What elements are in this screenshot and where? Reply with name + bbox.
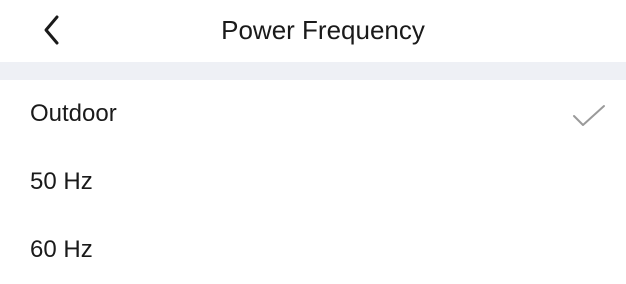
frequency-options-list: Outdoor 50 Hz 60 Hz bbox=[0, 80, 626, 284]
nav-header: Power Frequency bbox=[0, 0, 626, 62]
option-60hz[interactable]: 60 Hz bbox=[0, 216, 626, 284]
section-divider bbox=[0, 62, 626, 80]
option-label: 60 Hz bbox=[30, 236, 93, 263]
page-title: Power Frequency bbox=[221, 15, 425, 45]
option-outdoor[interactable]: Outdoor bbox=[0, 80, 626, 148]
option-50hz[interactable]: 50 Hz bbox=[0, 148, 626, 216]
option-label: Outdoor bbox=[30, 100, 117, 127]
option-label: 50 Hz bbox=[30, 168, 93, 195]
checkmark-icon bbox=[573, 105, 605, 126]
